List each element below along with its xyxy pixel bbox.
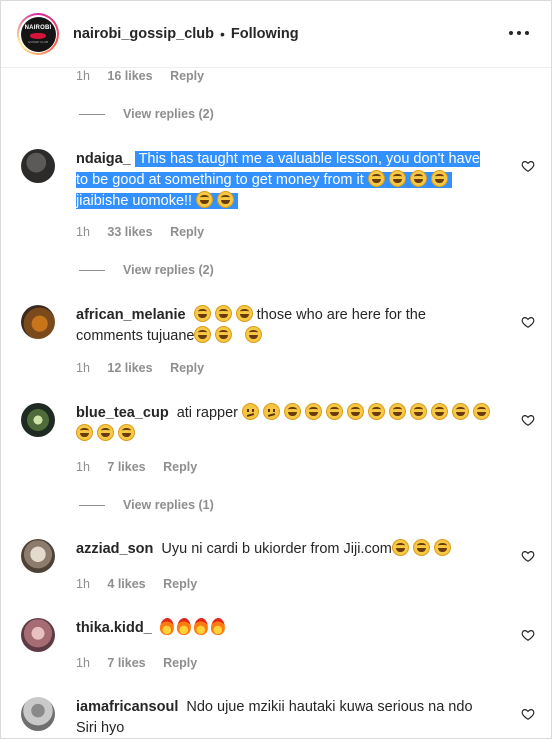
comment-meta: 1h 12 likes Reply [76, 361, 204, 375]
comment-time: 1h [76, 225, 90, 239]
face-with-tears-of-joy-emoji [430, 170, 448, 187]
face-with-tears-of-joy-emoji [368, 403, 385, 420]
commenter-username[interactable]: thika.kidd_ [76, 620, 152, 636]
face-with-tears-of-joy-emoji [326, 403, 343, 420]
reply-button[interactable]: Reply [170, 361, 204, 375]
commenter-avatar[interactable] [21, 149, 55, 183]
fire-emoji [176, 617, 192, 636]
face-with-tears-of-joy-emoji [214, 305, 232, 322]
face-with-tears-of-joy-emoji [388, 170, 406, 187]
reply-button[interactable]: Reply [163, 460, 197, 474]
comment-meta: 1h 4 likes Reply [76, 577, 197, 591]
reply-button[interactable]: Reply [170, 225, 204, 239]
commenter-avatar[interactable] [21, 305, 55, 339]
face-with-tears-of-joy-emoji [391, 539, 409, 556]
reply-button[interactable]: Reply [163, 577, 197, 591]
face-with-tears-of-joy-emoji [193, 305, 211, 322]
face-with-tears-of-joy-emoji [452, 403, 469, 420]
heart-icon[interactable] [521, 413, 535, 427]
more-options-icon[interactable] [509, 23, 529, 43]
heart-icon[interactable] [521, 159, 535, 173]
replies-divider [79, 504, 105, 506]
face-with-tears-of-joy-emoji [244, 326, 262, 343]
separator-dot: • [220, 26, 225, 42]
view-replies-button[interactable]: View replies (1) [79, 498, 214, 512]
commenter-username[interactable]: african_melanie [76, 307, 186, 323]
face-with-tears-of-joy-emoji [389, 403, 406, 420]
comment-meta: 1h 7 likes Reply [76, 656, 197, 670]
comment-time: 1h [76, 361, 90, 375]
comment-text-continued: jiaibishe uomoke!! [76, 193, 193, 209]
post-header: NAIROBI GOSSIP CLUB nairobi_gossip_club … [1, 1, 551, 68]
heart-icon[interactable] [521, 549, 535, 563]
post-comments-panel: NAIROBI GOSSIP CLUB nairobi_gossip_club … [0, 0, 552, 739]
comment-likes[interactable]: 12 likes [107, 361, 152, 375]
account-avatar[interactable]: NAIROBI GOSSIP CLUB [17, 13, 59, 55]
face-with-tears-of-joy-emoji [431, 403, 448, 420]
comment-meta: 1h 7 likes Reply [76, 460, 197, 474]
face-with-tears-of-joy-emoji [215, 326, 233, 343]
account-logo: NAIROBI GOSSIP CLUB [20, 16, 56, 52]
commenter-avatar[interactable] [21, 403, 55, 437]
thinking-face-emoji [242, 403, 259, 420]
commenter-username[interactable]: iamafricansoul [76, 699, 178, 715]
face-with-tears-of-joy-emoji [284, 403, 301, 420]
comment-meta: 1h 33 likes Reply [76, 225, 204, 239]
heart-icon[interactable] [521, 707, 535, 721]
face-with-tears-of-joy-emoji [118, 424, 135, 441]
commenter-avatar[interactable] [21, 697, 55, 731]
view-replies-button[interactable]: View replies (2) [79, 107, 214, 121]
comment-time: 1h [76, 69, 90, 83]
reply-button[interactable]: Reply [163, 656, 197, 670]
account-username[interactable]: nairobi_gossip_club [73, 26, 214, 42]
heart-icon[interactable] [521, 628, 535, 642]
face-with-tears-of-joy-emoji [235, 305, 253, 322]
fire-emoji [193, 617, 209, 636]
replies-divider [79, 113, 105, 115]
following-button[interactable]: Following [231, 26, 299, 42]
comment-likes[interactable]: 7 likes [107, 656, 145, 670]
face-with-tears-of-joy-emoji [347, 403, 364, 420]
comment-likes[interactable]: 7 likes [107, 460, 145, 474]
thinking-face-emoji [263, 403, 280, 420]
face-with-tears-of-joy-emoji [410, 403, 427, 420]
face-with-tears-of-joy-emoji [412, 539, 430, 556]
commenter-username[interactable]: ndaiga_ [76, 151, 131, 167]
commenter-avatar[interactable] [21, 539, 55, 573]
face-with-tears-of-joy-emoji [76, 424, 93, 441]
comment-likes[interactable]: 16 likes [107, 69, 152, 83]
face-with-tears-of-joy-emoji [217, 191, 235, 208]
comment-text: Uyu ni cardi b ukiorder from Jiji.com [161, 541, 392, 557]
comment-time: 1h [76, 656, 90, 670]
reply-button[interactable]: Reply [170, 69, 204, 83]
comment-meta: 1h 16 likes Reply [76, 69, 204, 83]
face-with-tears-of-joy-emoji [194, 326, 212, 343]
comment-time: 1h [76, 460, 90, 474]
face-with-tears-of-joy-emoji [305, 403, 322, 420]
fire-emoji [159, 617, 175, 636]
face-with-tears-of-joy-emoji [409, 170, 427, 187]
comment-time: 1h [76, 577, 90, 591]
fire-emoji [210, 617, 226, 636]
commenter-username[interactable]: azziad_son [76, 541, 153, 557]
face-with-tears-of-joy-emoji [196, 191, 214, 208]
lips-icon [30, 32, 46, 39]
face-with-tears-of-joy-emoji [473, 403, 490, 420]
view-replies-button[interactable]: View replies (2) [79, 263, 214, 277]
face-with-tears-of-joy-emoji [97, 424, 114, 441]
comment-likes[interactable]: 33 likes [107, 225, 152, 239]
commenter-username[interactable]: blue_tea_cup [76, 405, 169, 421]
comment-text: ati rapper [176, 405, 238, 421]
commenter-avatar[interactable] [21, 618, 55, 652]
face-with-tears-of-joy-emoji [367, 170, 385, 187]
replies-divider [79, 269, 105, 271]
comment-likes[interactable]: 4 likes [107, 577, 145, 591]
heart-icon[interactable] [521, 315, 535, 329]
face-with-tears-of-joy-emoji [433, 539, 451, 556]
